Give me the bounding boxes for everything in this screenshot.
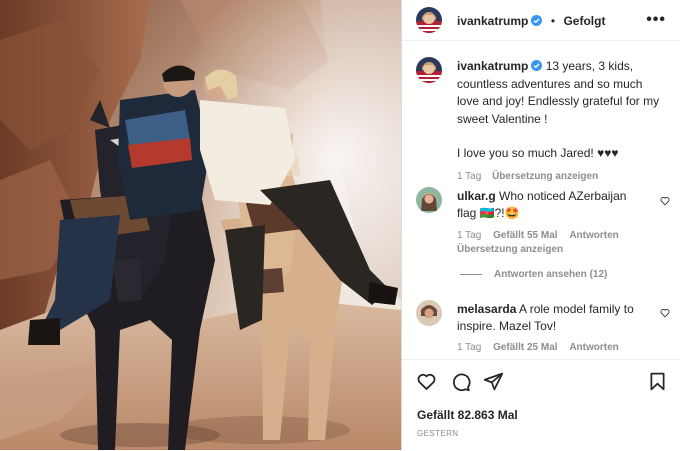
comment-likes[interactable]: Gefällt 55 Mal bbox=[493, 230, 557, 241]
comment-like-heart-icon[interactable] bbox=[660, 308, 670, 318]
more-options-icon[interactable]: ••• bbox=[646, 11, 666, 29]
comments-section: ivankatrump 13 years, 3 kids, countless … bbox=[402, 41, 680, 359]
verified-badge-icon bbox=[531, 60, 543, 71]
follow-button[interactable]: Gefolgt bbox=[563, 14, 605, 28]
heart-icon[interactable] bbox=[416, 371, 437, 392]
comment-avatar[interactable] bbox=[416, 187, 442, 213]
comment-reply-button[interactable]: Antworten bbox=[569, 230, 618, 241]
comment-like-heart-icon[interactable] bbox=[660, 196, 670, 206]
comment-username[interactable]: melasarda bbox=[457, 302, 516, 316]
comment-icon[interactable] bbox=[450, 371, 471, 392]
avatar-image bbox=[416, 300, 442, 326]
caption-text-2: I love you so much Jared! ♥♥♥ bbox=[457, 146, 619, 160]
caption-username[interactable]: ivankatrump bbox=[457, 59, 528, 73]
comment-item: melasarda A role model family to inspire… bbox=[457, 301, 652, 353]
author-avatar[interactable] bbox=[416, 7, 442, 33]
post-date[interactable]: GESTERN bbox=[417, 429, 458, 438]
view-replies-link[interactable]: Antworten ansehen (12) bbox=[460, 269, 607, 280]
caption-time[interactable]: 1 Tag bbox=[457, 171, 481, 182]
verified-badge-icon bbox=[531, 15, 543, 26]
comment-reply-button[interactable]: Antworten bbox=[569, 342, 618, 353]
instagram-post: ivankatrump • Gefolgt ••• ivankatrump 13… bbox=[0, 0, 680, 450]
couple-on-horses-image bbox=[0, 0, 401, 450]
replies-divider-line bbox=[460, 273, 482, 275]
caption-translate-link[interactable]: Übersetzung anzeigen bbox=[492, 171, 598, 182]
header-separator: • bbox=[550, 14, 556, 28]
avatar-image bbox=[416, 57, 442, 83]
header-username[interactable]: ivankatrump bbox=[457, 14, 528, 28]
view-replies-label: Antworten ansehen (12) bbox=[494, 269, 608, 280]
avatar-image bbox=[416, 187, 442, 213]
comment-avatar[interactable] bbox=[416, 300, 442, 326]
post-sidebar: ivankatrump • Gefolgt ••• ivankatrump 13… bbox=[401, 0, 680, 450]
comment-time[interactable]: 1 Tag bbox=[457, 230, 481, 241]
comment-time[interactable]: 1 Tag bbox=[457, 342, 481, 353]
header-info: ivankatrump • Gefolgt bbox=[457, 12, 605, 30]
avatar-image bbox=[416, 7, 442, 33]
comment-likes[interactable]: Gefällt 25 Mal bbox=[493, 342, 557, 353]
comment-item: ulkar.g Who noticed AZerbaijan flag 🇦🇿?!… bbox=[457, 188, 647, 257]
likes-count[interactable]: Gefällt 82.863 Mal bbox=[417, 408, 518, 422]
bookmark-icon[interactable] bbox=[647, 371, 668, 392]
comment-username[interactable]: ulkar.g bbox=[457, 189, 496, 203]
share-icon[interactable] bbox=[483, 371, 504, 392]
comment-translate-link[interactable]: Übersetzung anzeigen bbox=[457, 244, 563, 255]
post-caption: ivankatrump 13 years, 3 kids, countless … bbox=[457, 58, 665, 185]
post-header: ivankatrump • Gefolgt ••• bbox=[402, 0, 680, 41]
caption-avatar[interactable] bbox=[416, 57, 442, 83]
post-photo[interactable] bbox=[0, 0, 401, 450]
post-actions: Gefällt 82.863 Mal GESTERN bbox=[402, 359, 680, 451]
